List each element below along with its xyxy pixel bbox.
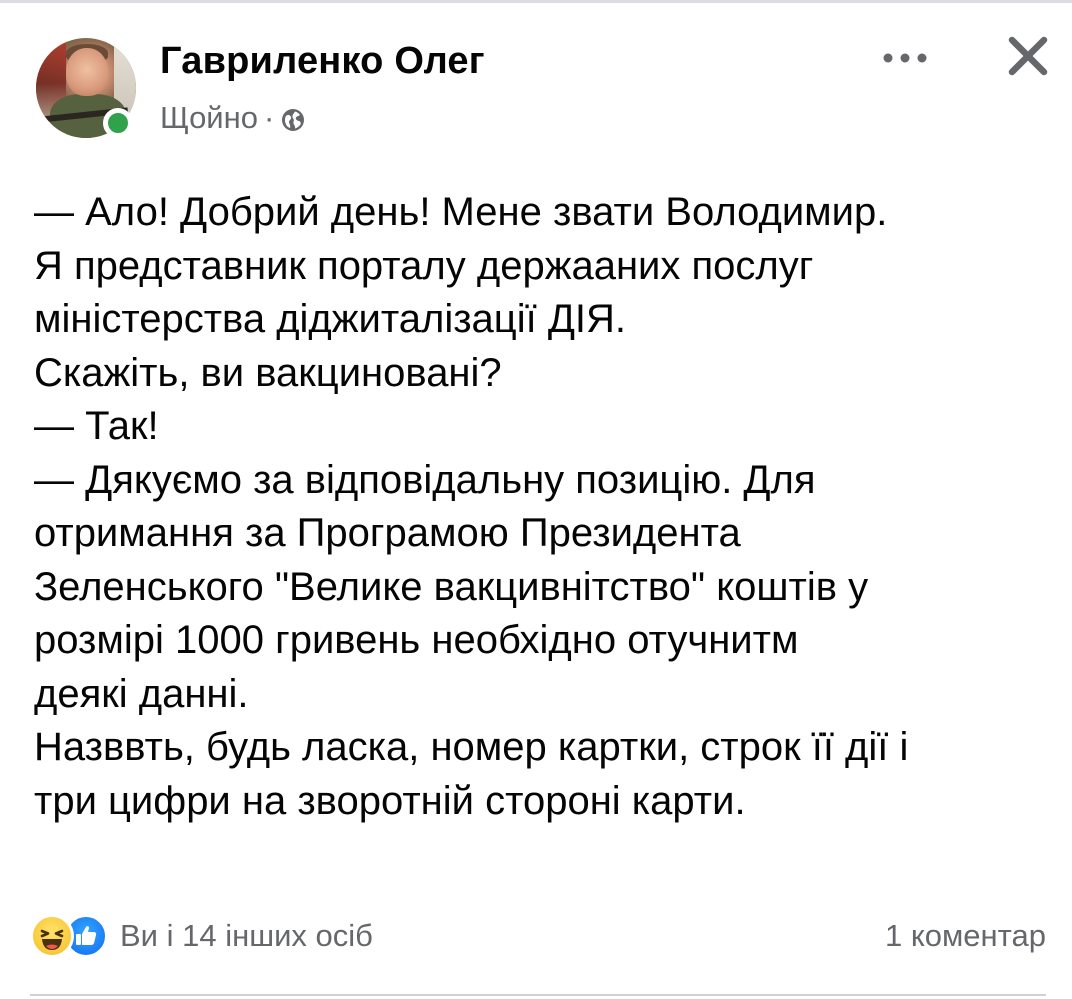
top-divider <box>0 0 1072 3</box>
close-icon[interactable] <box>1006 34 1050 78</box>
online-status-icon <box>103 108 133 138</box>
post-line: — Ало! Добрий день! Мене звати Володимир… <box>34 190 888 234</box>
author-name[interactable]: Гавриленко Олег <box>160 40 485 83</box>
bottom-divider <box>30 994 1046 996</box>
post-line: Я представник порталу держааних послуг <box>34 243 814 288</box>
post-line: Зеленського "Велике вакцивнітство" кошті… <box>34 564 869 609</box>
reactions-summary[interactable]: Ви і 14 інших осіб <box>30 914 373 958</box>
post-line: три цифри на зворотній стороні карти. <box>34 778 746 823</box>
post-line: отримання за Програмою Президента <box>34 511 741 555</box>
post-line: — Так! <box>34 404 159 448</box>
comments-count[interactable]: 1 коментар <box>885 918 1046 954</box>
post-line: міністерства діджиталізації ДІЯ. <box>34 297 627 341</box>
post-line: розмірі 1000 гривень необхідно отучнитм <box>34 618 799 662</box>
facebook-post: Гавриленко Олег Щойно · — Ало! Добрий де… <box>0 0 1072 999</box>
reactions-text[interactable]: Ви і 14 інших осіб <box>120 918 373 954</box>
post-line: деякі данні. <box>34 671 249 716</box>
post-line: Скажіть, ви вакциновані? <box>34 350 502 395</box>
post-meta: Щойно · <box>160 100 306 136</box>
more-options-icon[interactable] <box>880 48 930 68</box>
post-time[interactable]: Щойно <box>160 100 258 136</box>
meta-separator: · <box>263 100 275 135</box>
haha-icon <box>30 914 74 958</box>
globe-icon[interactable] <box>280 105 306 131</box>
post-line: Назввть, будь ласка, номер картки, строк… <box>34 725 909 769</box>
post-line: — Дякуємо за відповідальну позицію. Для <box>34 457 816 502</box>
post-text: — Ало! Добрий день! Мене звати Володимир… <box>34 186 1044 828</box>
